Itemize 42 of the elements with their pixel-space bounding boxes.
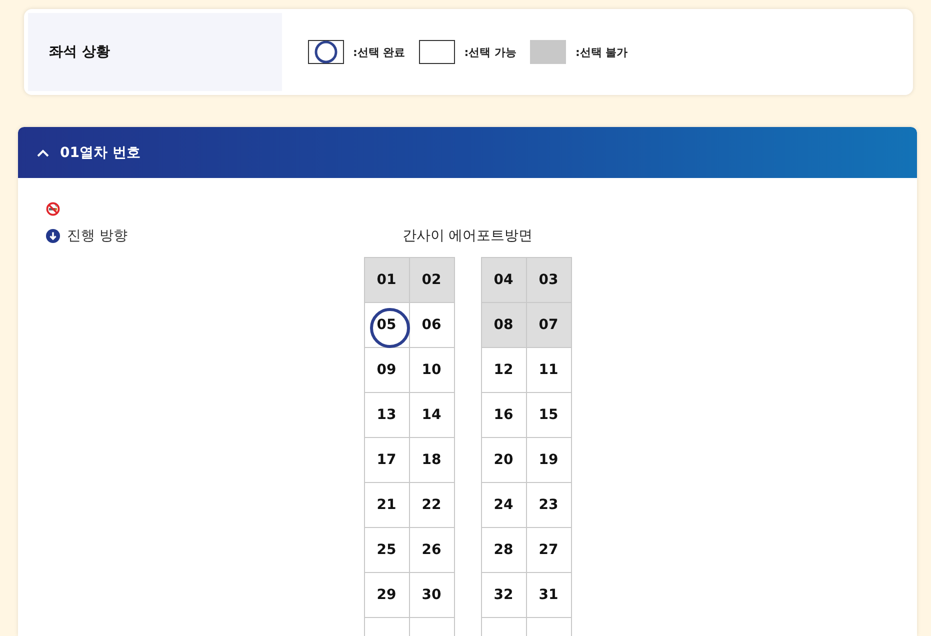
seat[interactable] — [526, 618, 572, 636]
seat[interactable]: 18 — [410, 438, 454, 483]
seat[interactable]: 17 — [364, 438, 410, 483]
seat[interactable]: 25 — [364, 528, 410, 573]
ring-swatch-icon — [308, 40, 344, 64]
filled-swatch-icon — [530, 40, 566, 64]
seat[interactable]: 16 — [482, 393, 526, 438]
seat[interactable]: 31 — [526, 573, 572, 618]
legend-title: 좌석 상황 — [28, 13, 282, 91]
seat[interactable] — [482, 618, 526, 636]
seat[interactable]: 14 — [410, 393, 454, 438]
seat[interactable]: 24 — [482, 483, 526, 528]
seat[interactable]: 29 — [364, 573, 410, 618]
legend-label: :선택 완료 — [353, 44, 406, 60]
seat[interactable]: 20 — [482, 438, 526, 483]
no-smoking-icon — [46, 202, 60, 216]
seat[interactable]: 22 — [410, 483, 454, 528]
direction-label: 진행 방향 — [67, 229, 128, 243]
legend-label: :선택 가능 — [464, 44, 516, 60]
arrow-down-circle-icon — [46, 229, 60, 243]
legend-label: :선택 불가 — [575, 44, 628, 60]
seat[interactable]: 27 — [526, 528, 572, 573]
empty-swatch-icon — [419, 40, 456, 64]
seat[interactable]: 32 — [482, 573, 526, 618]
seat[interactable]: 15 — [526, 393, 572, 438]
destination-label: 간사이 에어포트방면 — [402, 227, 533, 246]
seat[interactable]: 19 — [526, 438, 572, 483]
seat[interactable]: 23 — [526, 483, 572, 528]
car-header[interactable]: 01열차 번호 — [18, 127, 917, 178]
seat[interactable]: 11 — [526, 348, 572, 393]
seat[interactable]: 26 — [410, 528, 454, 573]
seat[interactable]: 06 — [410, 303, 454, 348]
seat[interactable]: 05 — [364, 303, 410, 348]
seat[interactable]: 09 — [364, 348, 410, 393]
seat[interactable]: 13 — [364, 393, 410, 438]
seat[interactable] — [410, 618, 454, 636]
seat[interactable]: 10 — [410, 348, 454, 393]
seat[interactable]: 12 — [482, 348, 526, 393]
seat[interactable]: 30 — [410, 573, 454, 618]
seat[interactable] — [364, 618, 410, 636]
seat[interactable]: 28 — [482, 528, 526, 573]
seat[interactable]: 21 — [364, 483, 410, 528]
